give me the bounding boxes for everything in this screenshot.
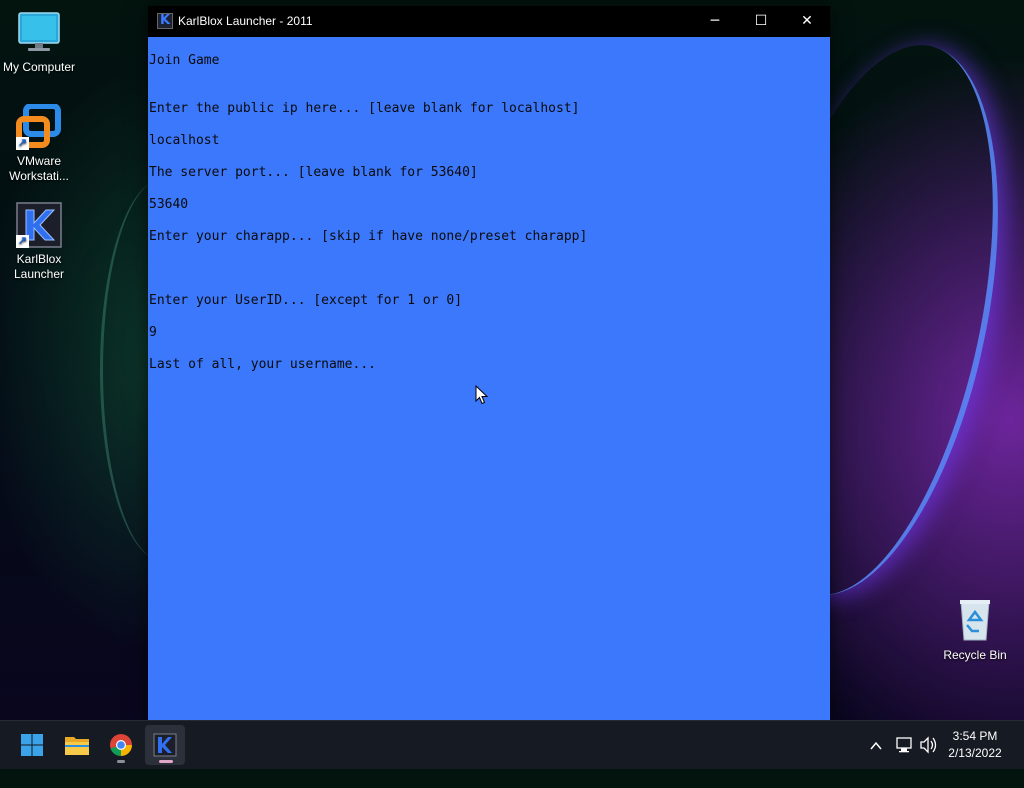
minimize-button[interactable]: ─ [692,6,738,37]
running-indicator [117,760,125,763]
show-hidden-icons-button[interactable] [865,721,887,769]
desktop-icon-vmware[interactable]: ↗ VMware Workstati... [2,103,76,184]
windows-logo-icon [21,734,43,756]
start-button[interactable] [12,725,52,765]
console-line: 53640 [149,197,189,212]
folder-icon [65,737,89,755]
console-line: Enter your charapp... [skip if have none… [149,229,588,244]
console-line: Last of all, your username... [149,357,376,372]
console-line: 9 [149,325,157,340]
vmware-icon: ↗ [16,103,62,150]
taskbar-karlblox-launcher[interactable] [145,725,185,765]
shortcut-arrow-icon: ↗ [16,235,29,248]
clock-time: 3:54 PM [952,729,998,743]
desktop-icon-label: VMware Workstati... [9,154,69,183]
chevron-up-icon [870,741,882,750]
app-logo-icon: K [157,13,173,29]
taskbar: 3:54 PM 2/13/2022 [0,720,1024,769]
console-line: Join Game [149,53,220,68]
desktop-icon-label: KarlBlox Launcher [13,252,65,281]
karlblox-launcher-window: K KarlBlox Launcher - 2011 ─ ☐ ✕ Join Ga… [148,6,830,720]
volume-button[interactable] [917,721,939,769]
close-button[interactable]: ✕ [784,6,830,37]
window-title: KarlBlox Launcher - 2011 [178,14,313,28]
desktop-icon-label: My Computer [2,60,76,74]
console-line: The server port... [leave blank for 5364… [149,165,478,180]
console-line: localhost [149,133,220,148]
desktop-icon-karlblox[interactable]: ↗ KarlBlox Launcher [2,202,76,282]
console-line: Enter the public ip here... [leave blank… [149,101,580,116]
taskbar-chrome[interactable] [101,725,141,765]
karlblox-icon [153,733,177,757]
desktop-icon-label: Recycle Bin [943,648,1007,662]
shortcut-arrow-icon: ↗ [16,137,29,150]
network-icon [896,737,912,753]
active-indicator [159,760,173,763]
clock-date: 2/13/2022 [948,746,1002,760]
console-line: Enter your UserID... [except for 1 or 0] [149,293,463,308]
taskbar-clock[interactable]: 3:54 PM 2/13/2022 [940,728,1010,762]
karlblox-icon: ↗ [16,202,62,248]
mouse-pointer-icon [475,385,489,405]
desktop-icon-recycle-bin[interactable]: Recycle Bin [938,598,1012,663]
chrome-icon [110,734,132,757]
recycle-bin-icon [952,598,998,644]
taskbar-file-explorer[interactable] [57,725,97,765]
network-button[interactable] [893,721,915,769]
console-output[interactable]: Join Game Enter the public ip here... [l… [148,37,830,720]
monitor-icon [16,10,62,56]
volume-icon [920,736,937,754]
desktop-icon-my-computer[interactable]: My Computer [2,10,76,75]
maximize-button[interactable]: ☐ [738,6,784,37]
window-titlebar[interactable]: K KarlBlox Launcher - 2011 ─ ☐ ✕ [148,6,830,37]
